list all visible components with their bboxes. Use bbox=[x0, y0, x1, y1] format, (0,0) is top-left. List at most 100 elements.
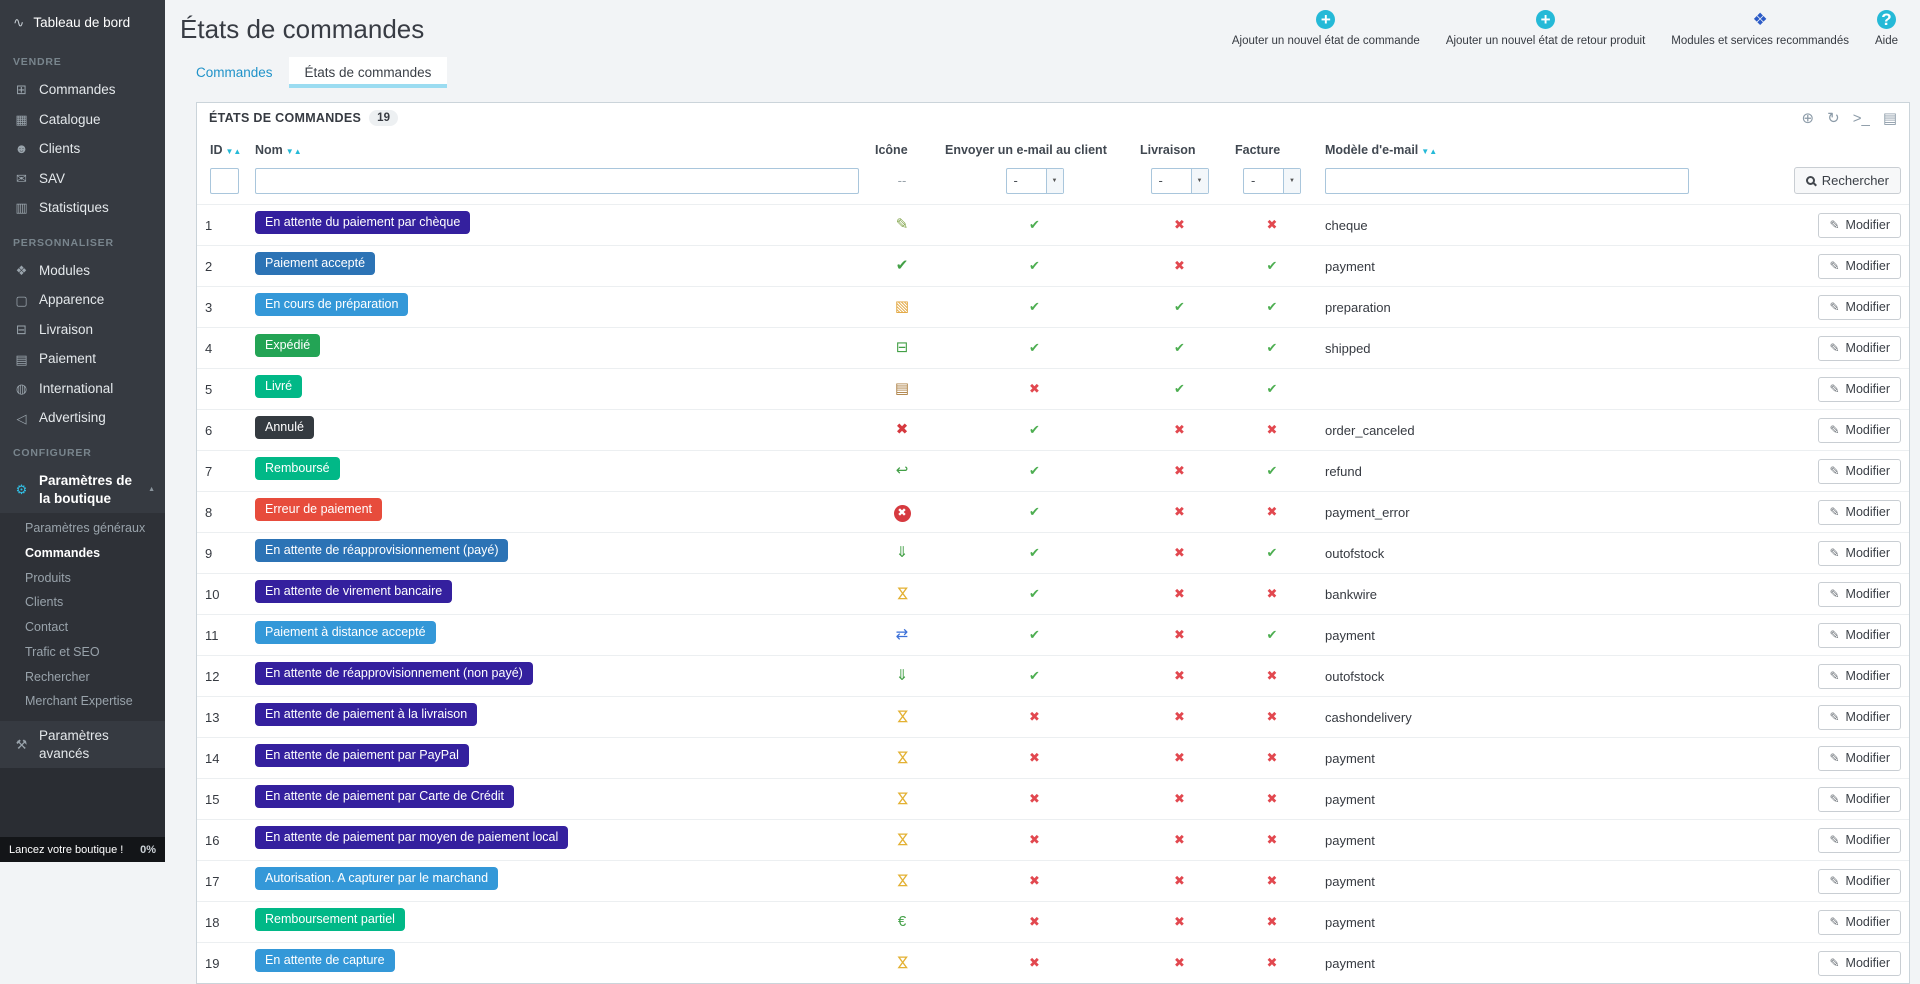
sidebar-item-catalogue[interactable]: ▦ Catalogue bbox=[0, 105, 165, 135]
filter-input-name[interactable] bbox=[255, 167, 859, 194]
cell-template: cheque bbox=[1317, 204, 1697, 246]
sort-desc-icon[interactable]: ▼ bbox=[226, 148, 234, 156]
onboarding-bar[interactable]: Lancez votre boutique ! 0% bbox=[0, 837, 165, 862]
sort-asc-icon[interactable]: ▲ bbox=[294, 148, 302, 156]
edit-button[interactable]: ✎ Modifier bbox=[1818, 663, 1901, 689]
edit-button[interactable]: ✎ Modifier bbox=[1818, 581, 1901, 607]
filter-select-delivery[interactable]: - ▼ bbox=[1150, 167, 1209, 194]
edit-button[interactable]: ✎ Modifier bbox=[1818, 827, 1901, 853]
edit-button[interactable]: ✎ Modifier bbox=[1818, 458, 1901, 484]
header-action-modules-et-services-recommandes[interactable]: ❖ Modules et services recommandés bbox=[1671, 10, 1849, 47]
cell-invoice: ✔ bbox=[1227, 614, 1317, 656]
sidebar-item-label: Livraison bbox=[39, 321, 94, 337]
sidebar-item-parametres-de-la-boutique[interactable]: ⚙ Paramètres de la boutique ▲ bbox=[0, 466, 165, 513]
header-action-ajouter-un-nouvel-etat-de-retour-produit[interactable]: + Ajouter un nouvel état de retour produi… bbox=[1446, 10, 1645, 47]
pencil-icon: ✎ bbox=[1829, 300, 1840, 314]
sidebar-item-apparence[interactable]: ▢ Apparence bbox=[0, 285, 165, 315]
edit-button[interactable]: ✎ Modifier bbox=[1818, 335, 1901, 361]
edit-button[interactable]: ✎ Modifier bbox=[1818, 376, 1901, 402]
search-button[interactable]: Rechercher bbox=[1793, 167, 1901, 194]
tab-etats-de-commandes[interactable]: États de commandes bbox=[288, 57, 448, 88]
sidebar-subitem-clients[interactable]: Clients bbox=[0, 590, 165, 615]
col-header-label: Nom bbox=[255, 143, 283, 157]
status-badge: Paiement accepté bbox=[255, 252, 376, 275]
sidebar-item-paiement[interactable]: ▤ Paiement bbox=[0, 344, 165, 374]
cell-invoice: ✖ bbox=[1227, 696, 1317, 738]
filter-select-email[interactable]: - ▼ bbox=[1005, 167, 1064, 194]
sort-controls: ▼▲ bbox=[226, 143, 242, 157]
sidebar-subitem-commandes[interactable]: Commandes bbox=[0, 541, 165, 566]
cell-delivery: ✖ bbox=[1132, 532, 1227, 574]
sidebar-subitem-produits[interactable]: Produits bbox=[0, 566, 165, 591]
count-badge: 19 bbox=[369, 110, 398, 126]
edit-button-label: Modifier bbox=[1845, 915, 1890, 929]
edit-button[interactable]: ✎ Modifier bbox=[1818, 950, 1901, 976]
sort-asc-icon[interactable]: ▲ bbox=[1429, 148, 1437, 156]
sidebar-item-clients[interactable]: ☻ Clients bbox=[0, 134, 165, 164]
edit-button[interactable]: ✎ Modifier bbox=[1818, 253, 1901, 279]
cell-name: Autorisation. A capturer par le marchand bbox=[247, 860, 867, 902]
edit-button[interactable]: ✎ Modifier bbox=[1818, 499, 1901, 525]
edit-button[interactable]: ✎ Modifier bbox=[1818, 745, 1901, 771]
sidebar-subitem-merchant-expertise[interactable]: Merchant Expertise bbox=[0, 689, 165, 714]
export-icon[interactable]: ▤ bbox=[1883, 111, 1897, 126]
panel-toolbar: ⊕ ↻ >_ ▤ bbox=[1802, 111, 1897, 126]
col-header-id[interactable]: ID ▼▲ bbox=[197, 133, 247, 165]
col-header-name[interactable]: Nom ▼▲ bbox=[247, 133, 867, 165]
sidebar-subitem-rechercher[interactable]: Rechercher bbox=[0, 665, 165, 690]
refresh-icon[interactable]: ↻ bbox=[1827, 111, 1840, 126]
help-icon: ? bbox=[1876, 10, 1896, 29]
sidebar-item-advertising[interactable]: ◁ Advertising bbox=[0, 403, 165, 433]
yes-icon: ✔ bbox=[1029, 422, 1040, 437]
sort-desc-icon[interactable]: ▼ bbox=[1421, 148, 1429, 156]
sidebar-item-tableau-de-bord[interactable]: ∿ Tableau de bord bbox=[0, 0, 165, 42]
yes-icon: ✔ bbox=[1029, 545, 1040, 560]
edit-button[interactable]: ✎ Modifier bbox=[1818, 909, 1901, 935]
cell-icon: ✖ bbox=[867, 491, 937, 533]
no-icon: ✖ bbox=[1029, 750, 1040, 765]
edit-button[interactable]: ✎ Modifier bbox=[1818, 622, 1901, 648]
edit-button[interactable]: ✎ Modifier bbox=[1818, 704, 1901, 730]
filter-select-value: - bbox=[1251, 173, 1256, 188]
sidebar-subitem-parametres-generaux[interactable]: Paramètres généraux bbox=[0, 516, 165, 541]
order-state-row: 8 Erreur de paiement ✖ ✔ ✖ ✖ payment_error ✎ Mod… bbox=[197, 491, 1909, 533]
tab-commandes[interactable]: Commandes bbox=[180, 57, 289, 88]
header-action-ajouter-un-nouvel-etat-de-commande[interactable]: + Ajouter un nouvel état de commande bbox=[1232, 10, 1420, 47]
sidebar-item-international[interactable]: ◍ International bbox=[0, 374, 165, 404]
filter-select-invoice[interactable]: - ▼ bbox=[1243, 167, 1301, 194]
cell-invoice: ✖ bbox=[1227, 778, 1317, 820]
console-icon[interactable]: >_ bbox=[1853, 111, 1870, 126]
header-action-aide[interactable]: ? Aide bbox=[1875, 10, 1898, 47]
cell-invoice: ✖ bbox=[1227, 942, 1317, 983]
filter-input-id[interactable] bbox=[210, 167, 239, 194]
sidebar-item-modules[interactable]: ❖ Modules bbox=[0, 256, 165, 286]
cell-name: Annulé bbox=[247, 409, 867, 451]
sidebar-subitem-trafic-et-seo[interactable]: Trafic et SEO bbox=[0, 640, 165, 665]
edit-button[interactable]: ✎ Modifier bbox=[1818, 786, 1901, 812]
sort-asc-icon[interactable]: ▲ bbox=[233, 148, 241, 156]
sidebar-item-sav[interactable]: ✉ SAV bbox=[0, 164, 165, 194]
edit-button[interactable]: ✎ Modifier bbox=[1818, 868, 1901, 894]
sort-desc-icon[interactable]: ▼ bbox=[286, 148, 294, 156]
col-header-template[interactable]: Modèle d'e-mail ▼▲ bbox=[1317, 133, 1697, 165]
add-icon[interactable]: ⊕ bbox=[1802, 111, 1815, 126]
filter-cell-template bbox=[1317, 165, 1697, 205]
cell-delivery: ✖ bbox=[1132, 573, 1227, 615]
sidebar-item-livraison[interactable]: ⊟ Livraison bbox=[0, 315, 165, 345]
sidebar-subitem-contact[interactable]: Contact bbox=[0, 615, 165, 640]
sidebar-item-commandes[interactable]: ⊞ Commandes bbox=[0, 75, 165, 105]
international-icon: ◍ bbox=[15, 381, 28, 397]
sidebar-item-label: Statistiques bbox=[39, 200, 109, 216]
plus-circle-icon: + bbox=[1316, 10, 1336, 29]
filter-input-template[interactable] bbox=[1325, 167, 1689, 194]
edit-button[interactable]: ✎ Modifier bbox=[1818, 212, 1901, 238]
edit-button[interactable]: ✎ Modifier bbox=[1818, 417, 1901, 443]
sidebar-item-parametres-avances[interactable]: ⚒ Paramètres avancés bbox=[0, 721, 165, 768]
cell-name: En attente de paiement par moyen de paie… bbox=[247, 819, 867, 861]
cell-invoice: ✔ bbox=[1227, 450, 1317, 492]
no-icon: ✖ bbox=[1174, 627, 1185, 642]
edit-button[interactable]: ✎ Modifier bbox=[1818, 540, 1901, 566]
sidebar-item-statistiques[interactable]: ▥ Statistiques bbox=[0, 193, 165, 223]
edit-button[interactable]: ✎ Modifier bbox=[1818, 294, 1901, 320]
main-content: États de commandes + Ajouter un nouvel ét… bbox=[165, 0, 1920, 984]
